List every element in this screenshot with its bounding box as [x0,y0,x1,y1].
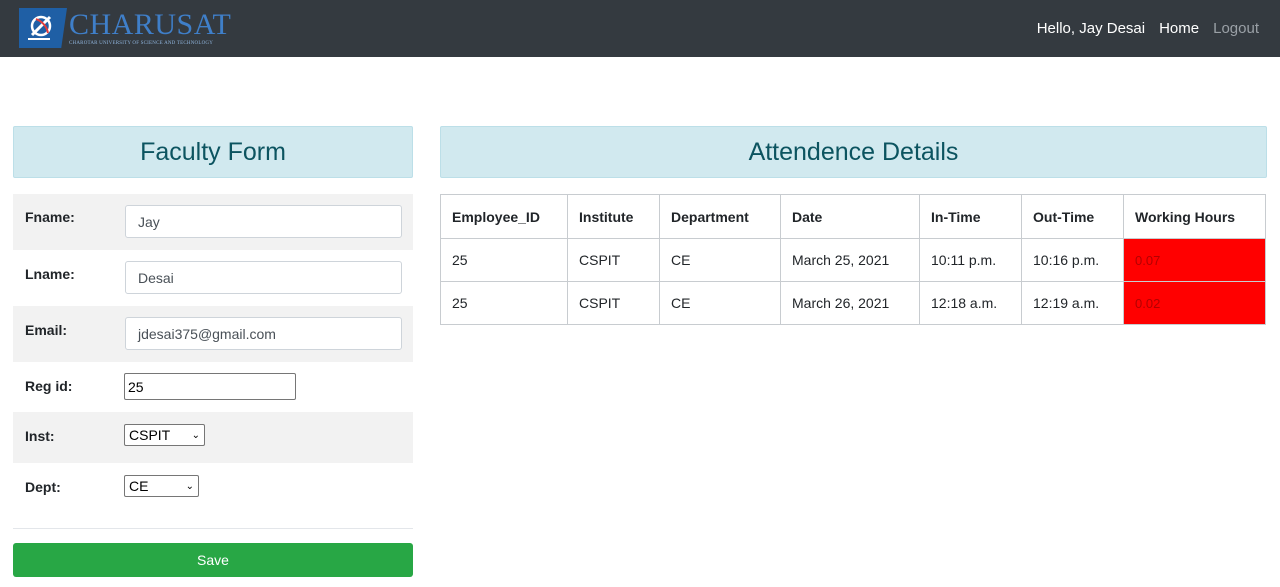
column-header: Institute [567,194,660,239]
inst-select[interactable]: CSPIT ⌄ [124,424,205,446]
inst-label: Inst: [25,428,55,444]
cell-out-time: 12:19 a.m. [1021,281,1124,325]
nav-logout-link[interactable]: Logout [1213,20,1259,37]
fname-input[interactable]: Jay [125,205,402,238]
cell-date: March 25, 2021 [780,238,920,282]
lname-label: Lname: [25,266,75,282]
column-header: In-Time [919,194,1022,239]
reg-id-input[interactable]: 25 [124,373,296,400]
column-header: Employee_ID [440,194,568,239]
fname-label: Fname: [25,209,75,225]
email-input[interactable]: jdesai375@gmail.com [125,317,402,350]
cell-working-hours: 0.02 [1123,281,1266,325]
cell-working-hours: 0.07 [1123,238,1266,282]
email-row: Email: jdesai375@gmail.com [13,306,413,362]
logo-subtitle: CHAROTAR UNIVERSITY OF SCIENCE AND TECHN… [69,41,214,46]
user-greeting: Hello, Jay Desai [1036,20,1146,37]
logo-title: CHARUSAT [69,8,232,41]
dept-label: Dept: [25,479,61,495]
column-header: Out-Time [1021,194,1124,239]
cell-in-time: 12:18 a.m. [919,281,1022,325]
column-header: Date [780,194,920,239]
save-button[interactable]: Save [13,543,413,577]
reg-id-row: Reg id: 25 [13,362,413,412]
chevron-down-icon: ⌄ [185,480,194,492]
table-header-row: Employee_ID Institute Department Date In… [440,194,1266,239]
cell-department: CE [659,238,781,282]
dept-row: Dept: CE ⌄ [13,463,413,515]
nav-home-link[interactable]: Home [1159,20,1199,37]
inst-select-value: CSPIT [129,427,171,443]
cell-employee-id: 25 [440,281,568,325]
university-emblem-icon [19,8,67,48]
faculty-form-title: Faculty Form [13,126,413,178]
attendance-table: Employee_ID Institute Department Date In… [440,194,1266,325]
top-navbar: CHARUSAT CHAROTAR UNIVERSITY OF SCIENCE … [0,0,1280,57]
column-header: Department [659,194,781,239]
column-header: Working Hours [1123,194,1266,239]
table-row: 25 CSPIT CE March 25, 2021 10:11 p.m. 10… [440,238,1266,282]
fname-row: Fname: Jay [13,194,413,250]
chevron-down-icon: ⌄ [191,429,200,441]
cell-institute: CSPIT [567,281,660,325]
dept-select-value: CE [129,478,149,494]
email-label: Email: [25,322,68,338]
cell-institute: CSPIT [567,238,660,282]
attendance-title: Attendence Details [440,126,1267,178]
cell-in-time: 10:11 p.m. [919,238,1022,282]
lname-row: Lname: Desai [13,250,413,306]
lname-input[interactable]: Desai [125,261,402,294]
cell-date: March 26, 2021 [780,281,920,325]
reg-id-label: Reg id: [25,378,73,394]
table-row: 25 CSPIT CE March 26, 2021 12:18 a.m. 12… [440,281,1266,325]
form-divider [13,528,413,529]
nav-links: Hello, Jay Desai Home Logout [1023,0,1259,57]
inst-row: Inst: CSPIT ⌄ [13,412,413,463]
charusat-logo[interactable]: CHARUSAT CHAROTAR UNIVERSITY OF SCIENCE … [19,8,231,48]
cell-department: CE [659,281,781,325]
cell-out-time: 10:16 p.m. [1021,238,1124,282]
dept-select[interactable]: CE ⌄ [124,475,199,497]
cell-employee-id: 25 [440,238,568,282]
